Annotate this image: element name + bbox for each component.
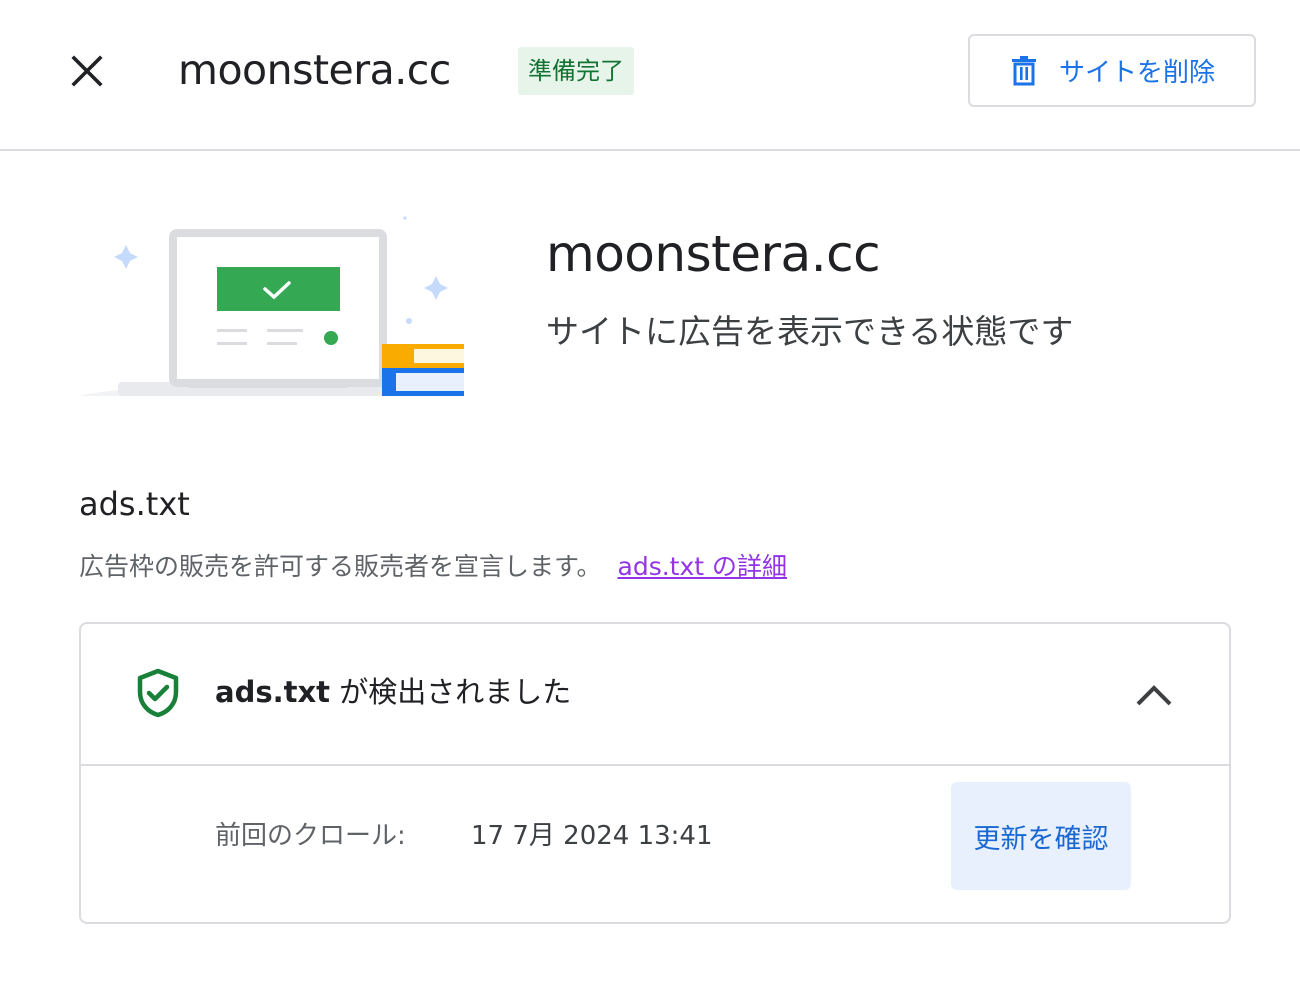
collapse-button[interactable] xyxy=(1127,672,1181,718)
ads-txt-status-text: が検出されました xyxy=(330,675,572,709)
close-button[interactable] xyxy=(62,46,112,96)
delete-site-button[interactable]: サイトを削除 xyxy=(968,34,1256,107)
ads-txt-card-header[interactable]: ads.txt が検出されました xyxy=(81,624,1229,766)
ads-txt-description-text: 広告枠の販売を許可する販売者を宣言します。 xyxy=(79,552,602,581)
last-crawl-value: 17 7月 2024 13:41 xyxy=(471,821,713,851)
ads-txt-status-card: ads.txt が検出されました 前回のクロール: 17 7月 2024 13:… xyxy=(79,622,1231,924)
status-badge: 準備完了 xyxy=(518,47,634,95)
dialog-header: moonstera.cc 準備完了 サイトを削除 xyxy=(0,0,1300,151)
ads-txt-status-filename: ads.txt xyxy=(215,675,331,709)
chevron-up-icon xyxy=(1136,685,1172,706)
ads-txt-heading: ads.txt xyxy=(79,485,190,523)
trash-icon xyxy=(1009,54,1039,88)
header-site-name: moonstera.cc xyxy=(178,46,451,94)
check-updates-button[interactable]: 更新を確認 xyxy=(951,782,1131,890)
last-crawl-label: 前回のクロール: xyxy=(215,821,406,851)
ads-txt-details-link[interactable]: ads.txt の詳細 xyxy=(618,552,788,581)
hero-site-name: moonstera.cc xyxy=(546,225,881,283)
close-icon xyxy=(71,55,103,87)
ads-txt-detected-status: ads.txt が検出されました xyxy=(215,670,571,714)
hero-status-text: サイトに広告を表示できる状態です xyxy=(546,312,1074,351)
delete-site-label: サイトを削除 xyxy=(1058,58,1215,88)
site-ready-illustration xyxy=(78,210,468,400)
shield-check-icon xyxy=(137,668,179,718)
ads-txt-description: 広告枠の販売を許可する販売者を宣言します。 ads.txt の詳細 xyxy=(79,547,787,587)
